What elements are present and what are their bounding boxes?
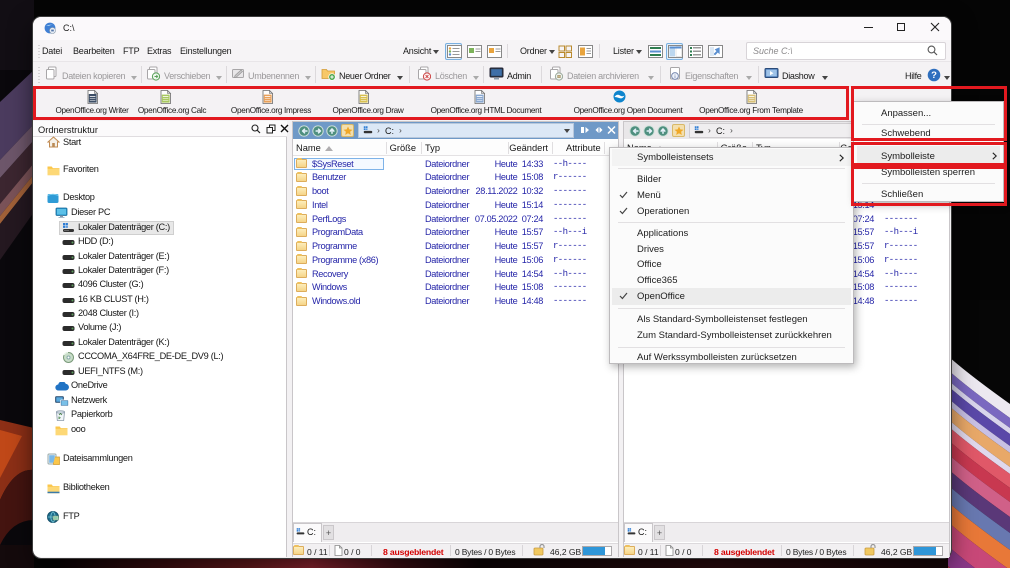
- svg-text:?: ?: [931, 70, 937, 81]
